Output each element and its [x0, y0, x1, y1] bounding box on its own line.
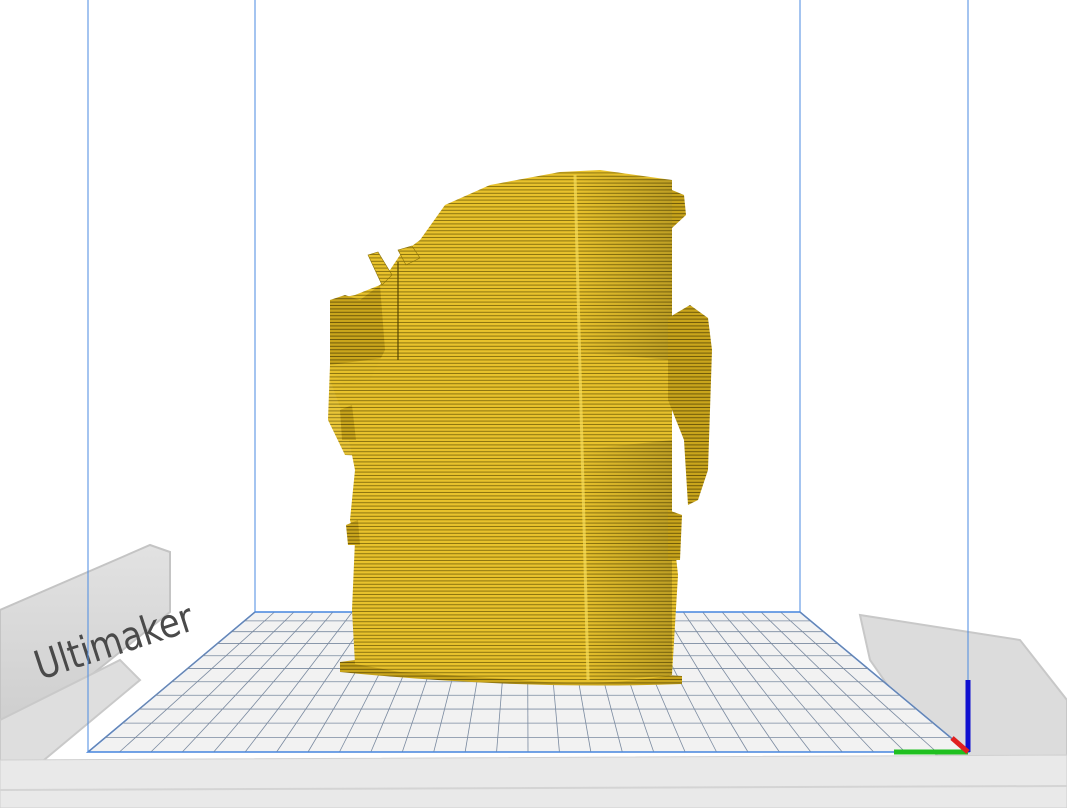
- scene: Ultimaker: [0, 0, 1067, 808]
- sliced-model[interactable]: [328, 170, 712, 686]
- 3d-viewport[interactable]: Ultimaker: [0, 0, 1067, 808]
